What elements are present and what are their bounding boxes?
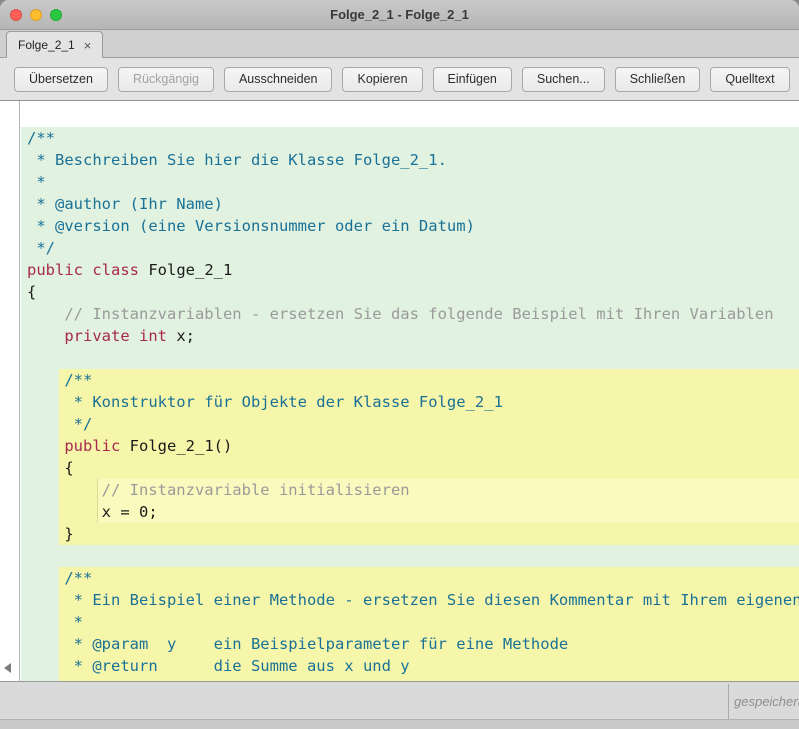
- source-view-button[interactable]: Quelltext: [710, 67, 789, 92]
- code-token: [83, 261, 92, 279]
- tab-close-icon[interactable]: ×: [84, 39, 92, 52]
- editor-window: Folge_2_1 - Folge_2_1 Folge_2_1 × Überse…: [0, 0, 799, 729]
- code-line[interactable]: }: [27, 523, 799, 545]
- code-token: {: [27, 459, 74, 477]
- cut-button[interactable]: Ausschneiden: [224, 67, 333, 92]
- code-line[interactable]: */: [27, 237, 799, 259]
- code-token: class: [92, 261, 139, 279]
- code-line[interactable]: /**: [27, 127, 799, 149]
- code-token: Folge_2_1(): [120, 437, 232, 455]
- code-line[interactable]: */: [27, 413, 799, 435]
- code-line[interactable]: *: [27, 171, 799, 193]
- code-token: [27, 305, 64, 323]
- code-token: * Beschreiben Sie hier die Klasse Folge_…: [27, 151, 447, 169]
- save-status-text: gespeichert: [734, 694, 799, 709]
- code-editor[interactable]: /** * Beschreiben Sie hier die Klasse Fo…: [0, 101, 799, 681]
- code-line[interactable]: * Beschreiben Sie hier die Klasse Folge_…: [27, 149, 799, 171]
- code-token: {: [27, 283, 36, 301]
- code-line[interactable]: public Folge_2_1(): [27, 435, 799, 457]
- code-token: public: [64, 437, 120, 455]
- code-token: * @return die Summe aus x und y: [27, 657, 410, 675]
- code-token: /**: [27, 371, 92, 389]
- code-line[interactable]: // Instanzvariablen - ersetzen Sie das f…: [27, 303, 799, 325]
- code-line[interactable]: {: [27, 281, 799, 303]
- tab-bar: Folge_2_1 ×: [0, 30, 799, 58]
- code-token: */: [27, 239, 55, 257]
- code-token: * Konstruktor für Objekte der Klasse Fol…: [27, 393, 503, 411]
- copy-button[interactable]: Kopieren: [342, 67, 422, 92]
- code-token: x = 0;: [27, 503, 158, 521]
- code-line[interactable]: * @param y ein Beispielparameter für ein…: [27, 633, 799, 655]
- window-footer: [0, 719, 799, 729]
- traffic-lights: [10, 9, 62, 21]
- code-line[interactable]: * @return die Summe aus x und y: [27, 655, 799, 677]
- code-token: * @author (Ihr Name): [27, 195, 223, 213]
- code-token: [27, 481, 102, 499]
- close-window-button[interactable]: [10, 9, 22, 21]
- code-token: int: [139, 327, 167, 345]
- tab-label: Folge_2_1: [18, 38, 75, 52]
- code-token: * Ein Beispiel einer Methode - ersetzen …: [27, 591, 799, 609]
- code-token: private: [64, 327, 129, 345]
- code-token: Folge_2_1: [139, 261, 232, 279]
- code-token: }: [27, 525, 74, 543]
- code-token: * @version (eine Versionsnummer oder ein…: [27, 217, 475, 235]
- code-line[interactable]: * @version (eine Versionsnummer oder ein…: [27, 215, 799, 237]
- close-editor-button[interactable]: Schließen: [615, 67, 701, 92]
- code-line[interactable]: * Konstruktor für Objekte der Klasse Fol…: [27, 391, 799, 413]
- editor-toolbar: Übersetzen Rückgängig Ausschneiden Kopie…: [0, 58, 799, 101]
- code-token: */: [27, 415, 92, 433]
- code-line[interactable]: *: [27, 611, 799, 633]
- code-line[interactable]: * @author (Ihr Name): [27, 193, 799, 215]
- hscroll-left-arrow-icon[interactable]: [4, 663, 11, 673]
- status-bar: gespeichert: [0, 681, 799, 729]
- code-line[interactable]: public class Folge_2_1: [27, 259, 799, 281]
- code-line[interactable]: * Ein Beispiel einer Methode - ersetzen …: [27, 589, 799, 611]
- code-line[interactable]: x = 0;: [27, 501, 799, 523]
- find-button[interactable]: Suchen...: [522, 67, 605, 92]
- code-token: x;: [167, 327, 195, 345]
- code-token: *: [27, 613, 83, 631]
- code-token: /**: [27, 569, 92, 587]
- paste-button[interactable]: Einfügen: [433, 67, 512, 92]
- code-token: * @param y ein Beispielparameter für ein…: [27, 635, 568, 653]
- code-line[interactable]: [27, 545, 799, 567]
- code-line[interactable]: /**: [27, 567, 799, 589]
- code-token: [130, 327, 139, 345]
- zoom-window-button[interactable]: [50, 9, 62, 21]
- code-token: // Instanzvariable initialisieren: [102, 481, 410, 499]
- title-bar[interactable]: Folge_2_1 - Folge_2_1: [0, 0, 799, 30]
- status-divider: [728, 684, 729, 719]
- code-area[interactable]: /** * Beschreiben Sie hier die Klasse Fo…: [21, 101, 799, 681]
- code-token: public: [27, 261, 83, 279]
- undo-button[interactable]: Rückgängig: [118, 67, 214, 92]
- code-line[interactable]: [27, 347, 799, 369]
- breakpoint-margin[interactable]: [0, 101, 20, 681]
- code-token: // Instanzvariablen - ersetzen Sie das f…: [64, 305, 773, 323]
- code-line[interactable]: // Instanzvariable initialisieren: [27, 479, 799, 501]
- code-token: [27, 327, 64, 345]
- code-lines[interactable]: /** * Beschreiben Sie hier die Klasse Fo…: [21, 101, 799, 681]
- tab-folge-2-1[interactable]: Folge_2_1 ×: [6, 31, 103, 58]
- minimize-window-button[interactable]: [30, 9, 42, 21]
- window-title: Folge_2_1 - Folge_2_1: [330, 7, 469, 22]
- code-token: [27, 437, 64, 455]
- code-line[interactable]: private int x;: [27, 325, 799, 347]
- code-line[interactable]: /**: [27, 369, 799, 391]
- code-token: *: [27, 173, 46, 191]
- compile-button[interactable]: Übersetzen: [14, 67, 108, 92]
- code-token: /**: [27, 129, 55, 147]
- code-line[interactable]: {: [27, 457, 799, 479]
